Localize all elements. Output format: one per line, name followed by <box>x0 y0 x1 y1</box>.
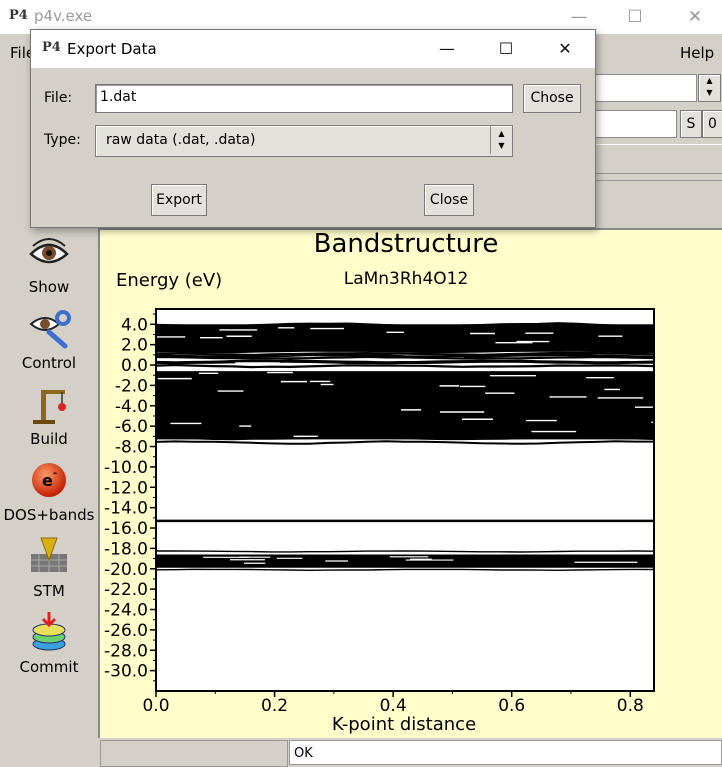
sidebar-item-build[interactable]: Build <box>0 382 98 448</box>
y-tick-label: -24.0 <box>104 601 148 621</box>
x-tick-label: 0.0 <box>142 696 169 716</box>
sidebar-item-label: DOS+bands <box>3 506 95 524</box>
status-left-pane <box>100 740 288 767</box>
export-data-dialog: P4 Export Data — ☐ ✕ File: 1.dat Chose T… <box>30 29 596 228</box>
selector-spinner[interactable]: ▲ ▼ <box>698 74 721 102</box>
file-input-value: 1.dat <box>100 89 137 105</box>
spin-down-icon[interactable]: ▼ <box>699 87 720 99</box>
export-button[interactable]: Export <box>151 184 207 216</box>
y-tick-label: -28.0 <box>104 641 148 661</box>
svg-text:-: - <box>53 468 57 479</box>
chart-subtitle: LaMn3Rh4O12 <box>344 269 469 289</box>
sidebar-item-label: Control <box>21 354 77 372</box>
type-select[interactable]: raw data (.dat, .data) ▲ ▼ <box>95 125 513 157</box>
y-tick-label: -2.0 <box>115 376 148 396</box>
app-logo-icon: P4 <box>9 8 28 23</box>
y-tick-label: -10.0 <box>104 458 148 478</box>
sidebar-item-dos-bands[interactable]: e - DOS+bands <box>0 458 98 524</box>
spin-up-icon[interactable]: ▲ <box>699 75 720 87</box>
y-tick-label: -16.0 <box>104 519 148 539</box>
y-tick-label: -6.0 <box>115 417 148 437</box>
sidebar-item-control[interactable]: Control <box>0 306 98 372</box>
x-tick-label: 0.6 <box>498 696 525 716</box>
app-logo-icon: P4 <box>42 40 61 55</box>
dialog-close-button[interactable]: ✕ <box>545 36 585 62</box>
y-tick-label: -14.0 <box>104 499 148 519</box>
band-block <box>156 324 654 352</box>
sidebar-item-label: STM <box>33 582 65 600</box>
sidebar-item-stm[interactable]: STM <box>0 534 98 600</box>
y-tick-label: 0.0 <box>121 356 148 376</box>
crane-icon <box>33 390 66 424</box>
x-tick-label: 0.8 <box>617 696 644 716</box>
sidebar-item-label: Commit <box>19 658 79 676</box>
file-label: File: <box>44 90 73 106</box>
y-tick-label: -12.0 <box>104 478 148 498</box>
dialog-body: File: 1.dat Chose Type: raw data (.dat, … <box>31 68 595 227</box>
type-select-value: raw data (.dat, .data) <box>106 132 256 148</box>
file-input[interactable]: 1.dat <box>95 84 513 113</box>
dialog-title-bar[interactable]: P4 Export Data — ☐ ✕ <box>31 30 595 68</box>
eye-icon <box>29 238 69 264</box>
y-tick-label: -30.0 <box>104 662 148 682</box>
stm-tip-icon <box>31 537 67 572</box>
bandstructure-chart[interactable]: Bandstructure LaMn3Rh4O12 Energy (eV) K-… <box>100 230 722 738</box>
eye-wrench-icon <box>29 310 71 349</box>
electron-icon: e - <box>32 463 66 497</box>
sidebar-item-show[interactable]: Show <box>0 230 98 296</box>
selector-field[interactable] <box>594 74 697 102</box>
type-spinner-icon[interactable]: ▲ ▼ <box>490 126 512 154</box>
dialog-minimize-button[interactable]: — <box>427 36 467 62</box>
x-tick-label: 0.4 <box>380 696 407 716</box>
band-line <box>155 355 655 360</box>
sidebar-item-label: Build <box>30 430 68 448</box>
y-tick-label: -8.0 <box>115 438 148 458</box>
sidebar-item-commit[interactable]: Commit <box>0 610 98 676</box>
y-tick-label: -22.0 <box>104 580 148 600</box>
type-label: Type: <box>44 132 81 148</box>
spin-up-icon[interactable]: ▲ <box>491 128 512 140</box>
main-minimize-button[interactable]: — <box>556 4 602 30</box>
y-tick-label: -26.0 <box>104 621 148 641</box>
y-tick-label: -4.0 <box>115 397 148 417</box>
status-message: OK <box>289 740 722 765</box>
spin-down-icon[interactable]: ▼ <box>491 140 512 152</box>
menu-help[interactable]: Help <box>680 44 714 62</box>
svg-text:e: e <box>42 471 53 490</box>
close-button[interactable]: Close <box>424 184 474 216</box>
x-axis-label: K-point distance <box>332 714 476 735</box>
chart-title: Bandstructure <box>314 230 499 259</box>
s-button[interactable]: S <box>680 110 702 138</box>
x-tick-label: 0.2 <box>261 696 288 716</box>
y-tick-label: -20.0 <box>104 560 148 580</box>
dialog-title: Export Data <box>67 40 157 58</box>
toolbar-row <box>594 144 722 174</box>
sidebar-item-label: Show <box>28 278 70 296</box>
y-tick-label: 4.0 <box>121 315 148 335</box>
dialog-maximize-button[interactable]: ☐ <box>486 36 526 62</box>
sidebar: Show Control Build e - DOS+bands STM Com… <box>0 226 98 765</box>
main-close-button[interactable]: ✕ <box>672 4 718 30</box>
toolbar-input[interactable] <box>594 110 677 138</box>
y-axis-label: Energy (eV) <box>116 270 222 291</box>
main-maximize-button[interactable]: ☐ <box>612 4 658 30</box>
main-window-title: p4v.exe <box>34 7 93 25</box>
y-tick-label: -18.0 <box>104 539 148 559</box>
plot-panel: Bandstructure LaMn3Rh4O12 Energy (eV) K-… <box>98 228 722 740</box>
chose-button[interactable]: Chose <box>523 84 581 113</box>
toolbar-row <box>594 180 722 227</box>
commit-stack-icon <box>32 612 66 651</box>
y-tick-label: 2.0 <box>121 336 148 356</box>
zero-button[interactable]: 0 <box>702 110 722 138</box>
band-block <box>156 371 654 440</box>
